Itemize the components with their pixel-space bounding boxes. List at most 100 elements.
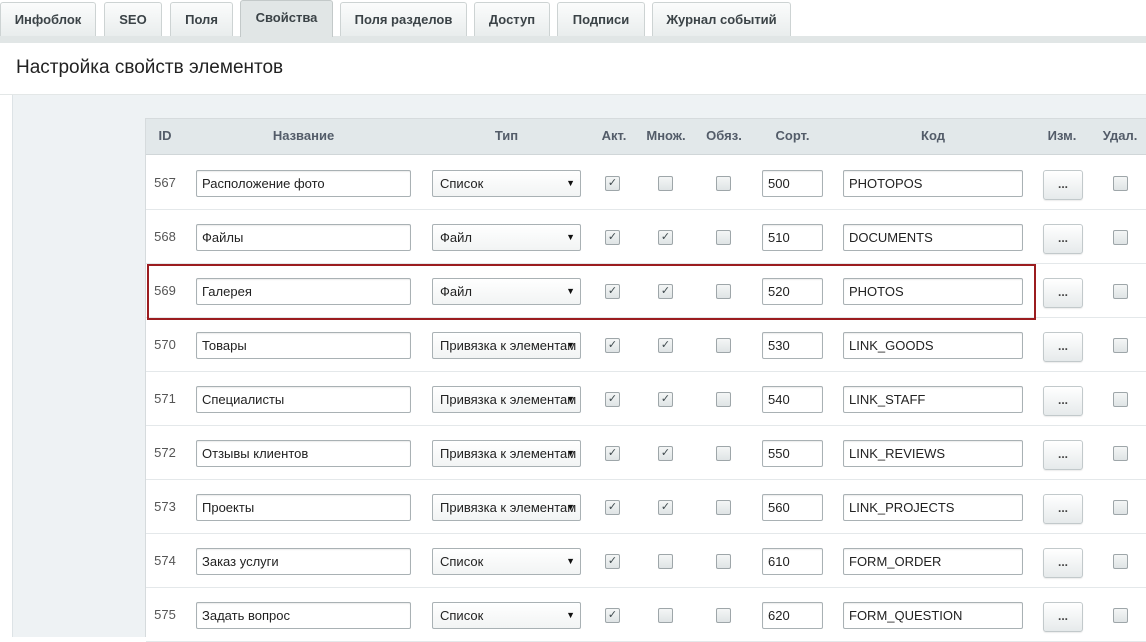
sort-input[interactable]: 550 [762, 440, 823, 467]
code-input[interactable]: LINK_GOODS [843, 332, 1023, 359]
multiple-checkbox[interactable]: ✓ [658, 230, 673, 245]
delete-checkbox[interactable] [1113, 554, 1128, 569]
type-select[interactable]: Список ▼ [432, 170, 581, 197]
type-select[interactable]: Привязка к элементам ▼ [432, 440, 581, 467]
required-checkbox[interactable] [716, 176, 731, 191]
delete-checkbox[interactable] [1113, 176, 1128, 191]
tab-fields[interactable]: Поля [170, 2, 233, 36]
code-input[interactable]: PHOTOS [843, 278, 1023, 305]
type-select[interactable]: Список ▼ [432, 548, 581, 575]
edit-property-button[interactable]: ... [1043, 386, 1083, 416]
name-input[interactable]: Файлы [196, 224, 411, 251]
row-id: 574 [154, 553, 176, 568]
sort-input[interactable]: 610 [762, 548, 823, 575]
active-checkbox[interactable]: ✓ [605, 608, 620, 623]
required-checkbox[interactable] [716, 554, 731, 569]
active-checkbox[interactable]: ✓ [605, 230, 620, 245]
active-checkbox[interactable]: ✓ [605, 392, 620, 407]
name-input[interactable]: Товары [196, 332, 411, 359]
multiple-checkbox[interactable] [658, 176, 673, 191]
sort-input[interactable]: 510 [762, 224, 823, 251]
required-checkbox[interactable] [716, 500, 731, 515]
sort-input[interactable]: 530 [762, 332, 823, 359]
sort-input[interactable]: 540 [762, 386, 823, 413]
required-checkbox[interactable] [716, 284, 731, 299]
delete-checkbox[interactable] [1113, 608, 1128, 623]
chevron-down-icon: ▼ [566, 448, 575, 458]
type-select-value: Список [440, 176, 484, 191]
required-checkbox[interactable] [716, 338, 731, 353]
type-select[interactable]: Файл ▼ [432, 224, 581, 251]
table-row: 567 Расположение фото Список ▼ ✓ 500 PHO… [146, 156, 1146, 210]
tab-captions[interactable]: Подписи [557, 2, 645, 36]
col-id: ID [158, 128, 172, 143]
type-select[interactable]: Привязка к элементам ▼ [432, 386, 581, 413]
edit-property-button[interactable]: ... [1043, 602, 1083, 632]
type-select[interactable]: Привязка к элементам ▼ [432, 332, 581, 359]
edit-property-button[interactable]: ... [1043, 170, 1083, 200]
delete-checkbox[interactable] [1113, 338, 1128, 353]
sort-input[interactable]: 620 [762, 602, 823, 629]
chevron-down-icon: ▼ [566, 610, 575, 620]
required-checkbox[interactable] [716, 446, 731, 461]
required-checkbox[interactable] [716, 230, 731, 245]
type-select-value: Привязка к элементам [440, 392, 577, 407]
name-input[interactable]: Задать вопрос [196, 602, 411, 629]
delete-checkbox[interactable] [1113, 500, 1128, 515]
sort-input[interactable]: 500 [762, 170, 823, 197]
tab-properties[interactable]: Свойства [240, 0, 333, 37]
multiple-checkbox[interactable]: ✓ [658, 284, 673, 299]
active-checkbox[interactable]: ✓ [605, 338, 620, 353]
required-checkbox[interactable] [716, 392, 731, 407]
multiple-checkbox[interactable]: ✓ [658, 392, 673, 407]
delete-checkbox[interactable] [1113, 230, 1128, 245]
tab-section-fields[interactable]: Поля разделов [340, 2, 467, 36]
sort-input[interactable]: 560 [762, 494, 823, 521]
code-input[interactable]: FORM_ORDER [843, 548, 1023, 575]
name-input[interactable]: Проекты [196, 494, 411, 521]
sort-input[interactable]: 520 [762, 278, 823, 305]
name-input[interactable]: Специалисты [196, 386, 411, 413]
multiple-checkbox[interactable]: ✓ [658, 446, 673, 461]
type-select[interactable]: Список ▼ [432, 602, 581, 629]
name-input[interactable]: Отзывы клиентов [196, 440, 411, 467]
code-input[interactable]: LINK_PROJECTS [843, 494, 1023, 521]
active-checkbox[interactable]: ✓ [605, 554, 620, 569]
tab-seo[interactable]: SEO [104, 2, 162, 36]
edit-property-button[interactable]: ... [1043, 548, 1083, 578]
delete-checkbox[interactable] [1113, 284, 1128, 299]
active-checkbox[interactable]: ✓ [605, 500, 620, 515]
code-input[interactable]: DOCUMENTS [843, 224, 1023, 251]
edit-property-button[interactable]: ... [1043, 494, 1083, 524]
name-input[interactable]: Галерея [196, 278, 411, 305]
tab-event-log[interactable]: Журнал событий [652, 2, 791, 36]
code-input[interactable]: LINK_REVIEWS [843, 440, 1023, 467]
type-select[interactable]: Привязка к элементам ▼ [432, 494, 581, 521]
table-row: 570 Товары Привязка к элементам ▼ ✓ ✓ 53… [146, 318, 1146, 372]
multiple-checkbox[interactable] [658, 554, 673, 569]
code-input[interactable]: PHOTOPOS [843, 170, 1023, 197]
edit-property-button[interactable]: ... [1043, 440, 1083, 470]
edit-property-button[interactable]: ... [1043, 278, 1083, 308]
delete-checkbox[interactable] [1113, 392, 1128, 407]
row-id: 572 [154, 445, 176, 460]
name-input[interactable]: Заказ услуги [196, 548, 411, 575]
code-input[interactable]: LINK_STAFF [843, 386, 1023, 413]
table-row: 573 Проекты Привязка к элементам ▼ ✓ ✓ 5… [146, 480, 1146, 534]
edit-property-button[interactable]: ... [1043, 332, 1083, 362]
name-input[interactable]: Расположение фото [196, 170, 411, 197]
type-select[interactable]: Файл ▼ [432, 278, 581, 305]
active-checkbox[interactable]: ✓ [605, 446, 620, 461]
code-input[interactable]: FORM_QUESTION [843, 602, 1023, 629]
active-checkbox[interactable]: ✓ [605, 284, 620, 299]
delete-checkbox[interactable] [1113, 446, 1128, 461]
type-select-value: Список [440, 554, 484, 569]
edit-property-button[interactable]: ... [1043, 224, 1083, 254]
tab-infoblock[interactable]: Инфоблок [0, 2, 96, 36]
multiple-checkbox[interactable]: ✓ [658, 338, 673, 353]
tab-access[interactable]: Доступ [474, 2, 550, 36]
multiple-checkbox[interactable] [658, 608, 673, 623]
multiple-checkbox[interactable]: ✓ [658, 500, 673, 515]
required-checkbox[interactable] [716, 608, 731, 623]
active-checkbox[interactable]: ✓ [605, 176, 620, 191]
